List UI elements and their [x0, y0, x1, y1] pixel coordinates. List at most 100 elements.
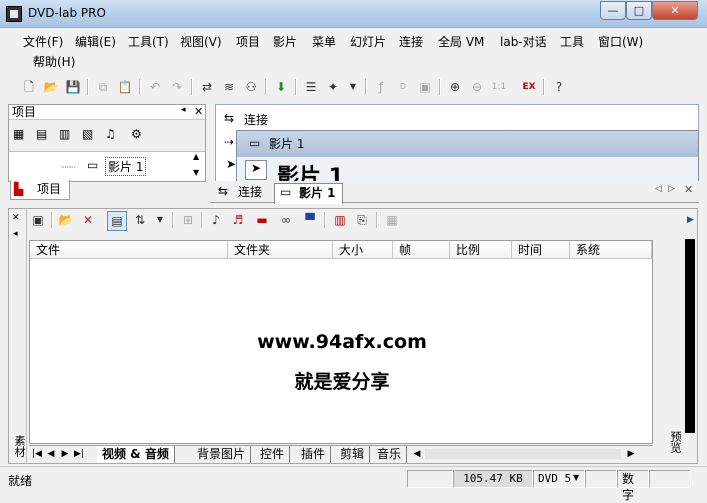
tab-prev-icon[interactable]: ◀ [45, 447, 57, 461]
preview-expand-icon[interactable]: ▶ [687, 215, 694, 225]
hscroll-right-icon[interactable]: ▶ [625, 447, 637, 461]
add-vmg-icon[interactable]: ▧ [82, 127, 93, 141]
asset-open-icon[interactable]: 📂 [57, 211, 75, 229]
column-time[interactable]: 时间 [512, 241, 570, 259]
tab-close-icon[interactable]: ✕ [684, 183, 693, 196]
zoom-out-icon[interactable]: ⊖ [468, 78, 486, 96]
asset-sort-icon[interactable]: ⇅ [131, 211, 149, 229]
chart-icon[interactable]: ▀ [301, 211, 319, 229]
copy-icon[interactable]: ⧉ [94, 78, 112, 96]
search-binoculars-icon[interactable]: ⚇ [242, 78, 260, 96]
menu-global-vm[interactable]: 全局 VM [435, 33, 487, 51]
undo-icon[interactable]: ↶ [146, 78, 164, 96]
menu-edit[interactable]: 编辑(E) [72, 33, 119, 51]
menu-window[interactable]: 窗口(W) [595, 33, 646, 51]
disc-dropdown-icon[interactable]: ▼ [573, 473, 579, 482]
hscroll-track[interactable] [425, 449, 621, 459]
vts-icon[interactable]: ⚙ [131, 127, 142, 141]
zoom-actual-icon[interactable]: 1:1 [490, 78, 508, 96]
movie-icon: ▭ [87, 158, 99, 172]
menu-view[interactable]: 视图(V) [177, 33, 225, 51]
asset-view-icon[interactable]: ▣ [29, 211, 47, 229]
menu-tools-2[interactable]: 工具 [557, 33, 587, 51]
tab-first-icon[interactable]: |◀ [31, 447, 43, 461]
add-menu-icon[interactable]: ▤ [36, 127, 47, 141]
ac3-icon[interactable]: ♬ [229, 211, 247, 229]
asset-tree-icon[interactable]: ⊞ [179, 211, 197, 229]
asset-extra-icon[interactable]: ▦ [383, 211, 401, 229]
add-movie-icon[interactable]: ▦ [13, 127, 24, 141]
movie-pointer-icon[interactable]: ➤ [245, 160, 267, 180]
save-icon[interactable]: 💾 [64, 78, 82, 96]
column-frames[interactable]: 帧 [393, 241, 450, 259]
list-icon[interactable]: ☰ [302, 78, 320, 96]
column-system[interactable]: 系统 [570, 241, 652, 259]
film-icon[interactable]: ▥ [331, 211, 349, 229]
column-file[interactable]: 文件 [30, 241, 228, 259]
tab-scroll-right[interactable]: ▷ [668, 184, 675, 194]
tree-item-movie-1[interactable]: 影片 1 [105, 157, 147, 176]
tab-next-icon[interactable]: ▶ [59, 447, 71, 461]
menu-lab-dialog[interactable]: lab-对话 [497, 33, 550, 51]
project-close-icon[interactable]: ✕ [194, 105, 203, 118]
menu-help[interactable]: 帮助(H) [30, 53, 78, 71]
tab-controls[interactable]: 控件 [255, 446, 291, 463]
minimize-button[interactable]: — [600, 1, 626, 20]
hscroll-left-icon[interactable]: ◀ [411, 447, 423, 461]
close-button[interactable]: ✕ [652, 1, 698, 20]
movie-clip-icon[interactable]: ▣ [416, 78, 434, 96]
tree-scroll-up[interactable]: ▲ [193, 152, 199, 161]
column-folder[interactable]: 文件夹 [228, 241, 333, 259]
menu-file[interactable]: 文件(F) [20, 33, 66, 51]
pointer-tool-icon[interactable]: ➤ [226, 157, 236, 171]
tree-scroll-down[interactable]: ▼ [193, 168, 199, 177]
project-tab-icon: ▙ [14, 182, 24, 196]
menu-movie[interactable]: 影片 [270, 33, 300, 51]
asset-sort-dropdown-icon[interactable]: ▼ [151, 211, 169, 229]
asset-folder-view-icon[interactable]: ▤ [107, 211, 127, 231]
paste-icon[interactable]: 📋 [116, 78, 134, 96]
wand-dropdown-icon[interactable]: ▼ [344, 78, 362, 96]
tab-last-icon[interactable]: ▶| [73, 447, 85, 461]
tab-video-audio[interactable]: 视频 & 音频 [97, 446, 175, 463]
tab-backgrounds[interactable]: 背景图片 [192, 446, 252, 463]
app-icon [6, 6, 22, 22]
magic-wand-icon[interactable]: ✦ [324, 78, 342, 96]
new-icon[interactable]: 🗋 [20, 78, 38, 96]
tab-plugins[interactable]: 插件 [296, 446, 332, 463]
layers-icon[interactable]: ≋ [220, 78, 238, 96]
column-ratio[interactable]: 比例 [450, 241, 512, 259]
audio-convert-icon[interactable]: ♪ [207, 211, 225, 229]
asset-delete-icon[interactable]: ✕ [79, 211, 97, 229]
tab-scroll-left[interactable]: ◁ [655, 184, 662, 194]
tab-clips[interactable]: 剪辑 [335, 446, 371, 463]
help-icon[interactable]: ? [550, 78, 568, 96]
maximize-button[interactable]: □ [626, 1, 652, 20]
asset-toolbar: ▣ 📂 ✕ ▤ ⇅ ▼ ⊞ ♪ ♬ ▬ ∞ ▀ ▥ ⎘ ▦ [29, 209, 659, 235]
asset-close-icon[interactable]: ✕ [12, 213, 20, 223]
subtitle-icon[interactable]: ▬ [253, 211, 271, 229]
link-icon[interactable]: ∞ [277, 211, 295, 229]
menu-project[interactable]: 项目 [233, 33, 263, 51]
fx-icon[interactable]: ƒ [372, 78, 390, 96]
capture-icon[interactable]: ⎘ [353, 211, 371, 229]
tab-music[interactable]: 音乐 [372, 446, 408, 463]
zoom-in-icon[interactable]: ⊕ [446, 78, 464, 96]
open-folder-icon[interactable]: 📂 [42, 78, 60, 96]
menu-slideshow[interactable]: 幻灯片 [347, 33, 389, 51]
menu-menu[interactable]: 菜单 [309, 33, 339, 51]
column-size[interactable]: 大小 [333, 241, 393, 259]
dfx-icon[interactable]: D [394, 78, 412, 96]
pro-ex-icon[interactable]: EX [520, 78, 538, 96]
menu-connection[interactable]: 连接 [396, 33, 426, 51]
menu-tools[interactable]: 工具(T) [125, 33, 172, 51]
pin-icon[interactable]: ◂ [181, 105, 186, 115]
tab-connection[interactable]: 连接 [214, 183, 268, 203]
add-slideshow-icon[interactable]: ▥ [59, 127, 70, 141]
redo-icon[interactable]: ↷ [168, 78, 186, 96]
add-connection-icon[interactable]: ⇄ [198, 78, 216, 96]
asset-pin-icon[interactable]: ◂ [13, 229, 18, 239]
compile-icon[interactable]: ⬇ [272, 78, 290, 96]
add-audio-icon[interactable]: ♫ [105, 127, 116, 141]
movie-window: 影片 1 ▭ ➤ 影片 1 [236, 130, 699, 190]
